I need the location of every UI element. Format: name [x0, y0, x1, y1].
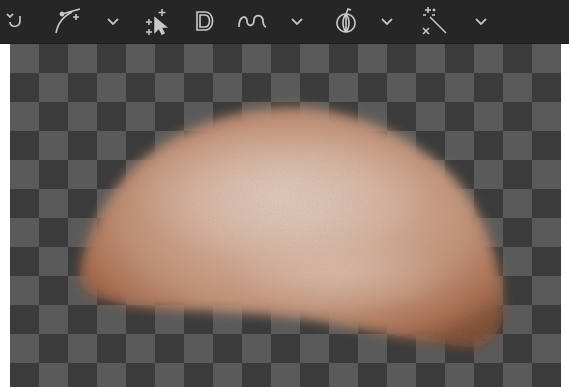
bezier-pen-icon[interactable]: [50, 6, 84, 36]
chevron-down-icon[interactable]: [286, 6, 308, 36]
d-shape-icon[interactable]: [193, 6, 217, 36]
chevron-down-icon[interactable]: [102, 6, 124, 36]
rotate-handle-icon[interactable]: [4, 6, 28, 36]
toolbar: [0, 0, 569, 44]
onion-skin-icon[interactable]: [332, 6, 360, 36]
freehand-curve-icon[interactable]: [236, 6, 268, 36]
magic-wand-icon[interactable]: [418, 6, 452, 36]
chevron-down-icon[interactable]: [470, 6, 492, 36]
chevron-down-icon[interactable]: [376, 6, 398, 36]
skin-texture-mask: [79, 107, 504, 348]
image-viewer[interactable]: [10, 44, 561, 387]
app-window: [0, 0, 569, 387]
select-points-icon[interactable]: [142, 6, 176, 36]
